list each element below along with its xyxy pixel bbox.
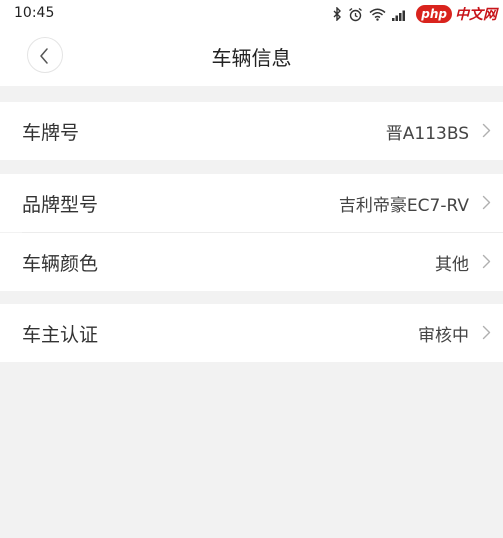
- row-label: 车牌号: [22, 122, 80, 144]
- row-value: 审核中: [418, 326, 469, 346]
- row-label: 车辆颜色: [22, 253, 99, 275]
- bluetooth-icon: [333, 7, 342, 21]
- chevron-right-icon: [482, 195, 491, 210]
- signal-icon: [392, 10, 406, 21]
- wifi-icon: [369, 8, 386, 21]
- status-bar: 10:45 php 中文网: [0, 0, 503, 30]
- row-brand-model[interactable]: 品牌型号 吉利帝豪EC7-RV: [0, 174, 503, 232]
- row-plate-number[interactable]: 车牌号 晋A113BS: [0, 102, 503, 160]
- row-owner-verification[interactable]: 车主认证 审核中: [0, 304, 503, 362]
- status-icons: php 中文网: [332, 3, 497, 25]
- watermark-text: 中文网: [455, 7, 497, 23]
- chevron-right-icon: [482, 254, 491, 269]
- watermark-logo: php 中文网: [416, 4, 497, 24]
- row-label: 车主认证: [22, 324, 99, 346]
- row-label: 品牌型号: [22, 194, 99, 216]
- chevron-right-icon: [482, 123, 491, 138]
- nav-bar: 车辆信息: [0, 30, 503, 86]
- row-vehicle-color[interactable]: 车辆颜色 其他: [0, 233, 503, 291]
- row-value: 吉利帝豪EC7-RV: [338, 196, 469, 216]
- row-value: 其他: [435, 255, 469, 275]
- chevron-right-icon: [482, 325, 491, 340]
- top-bar: 10:45 php 中文网 车辆信息: [0, 0, 503, 86]
- page-title: 车辆信息: [211, 46, 292, 70]
- row-value: 晋A113BS: [385, 124, 469, 144]
- alarm-icon: [349, 7, 363, 21]
- watermark-badge: php: [416, 5, 452, 23]
- status-time: 10:45: [14, 5, 55, 21]
